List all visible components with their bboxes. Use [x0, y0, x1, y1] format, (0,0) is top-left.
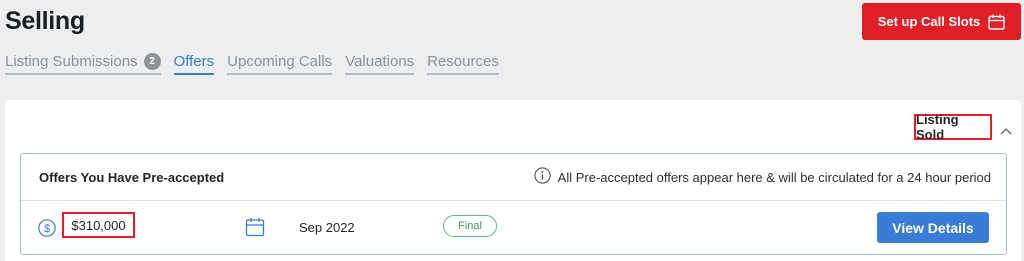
tab-label: Offers: [173, 53, 215, 70]
tab-bar: Listing Submissions 2 Offers Upcoming Ca…: [5, 53, 499, 75]
tab-resources[interactable]: Resources: [427, 53, 499, 75]
chevron-up-icon[interactable]: [1000, 122, 1012, 140]
tab-label: Resources: [427, 53, 499, 70]
offers-panel-title: Offers You Have Pre-accepted: [39, 169, 225, 185]
listing-sold-label: Listing Sold: [914, 112, 992, 142]
status-badge: Final: [443, 215, 497, 237]
tab-upcoming-calls[interactable]: Upcoming Calls: [227, 53, 333, 75]
info-notice: All Pre-accepted offers appear here & wi…: [534, 167, 991, 187]
offer-date: Sep 2022: [299, 220, 355, 235]
tab-label: Valuations: [345, 53, 415, 70]
calendar-icon: [988, 14, 1005, 30]
offers-panel-header: Offers You Have Pre-accepted All Pre-acc…: [21, 154, 1006, 201]
tab-listing-submissions[interactable]: Listing Submissions 2: [5, 53, 161, 75]
svg-text:$: $: [44, 223, 50, 235]
page-title: Selling: [5, 7, 85, 35]
tab-label: Listing Submissions: [5, 53, 138, 70]
tab-label: Upcoming Calls: [227, 53, 333, 70]
dollar-icon: $: [38, 219, 56, 242]
set-up-call-slots-label: Set up Call Slots: [877, 14, 981, 29]
calendar-icon: [245, 217, 265, 242]
offer-price: $310,000: [62, 212, 135, 238]
view-details-button[interactable]: View Details: [877, 212, 989, 243]
tab-valuations[interactable]: Valuations: [345, 53, 415, 75]
listing-sold-card: Listing Sold Offers You Have Pre-accepte…: [5, 100, 1021, 261]
pre-accepted-offers-panel: Offers You Have Pre-accepted All Pre-acc…: [20, 153, 1007, 255]
info-icon: [534, 167, 551, 187]
info-text: All Pre-accepted offers appear here & wi…: [557, 169, 991, 185]
tab-offers[interactable]: Offers: [173, 53, 215, 75]
offer-row: $ $310,000 Sep 2022 Final View Details: [21, 201, 1006, 255]
count-badge: 2: [143, 53, 161, 70]
set-up-call-slots-button[interactable]: Set up Call Slots: [862, 3, 1021, 40]
